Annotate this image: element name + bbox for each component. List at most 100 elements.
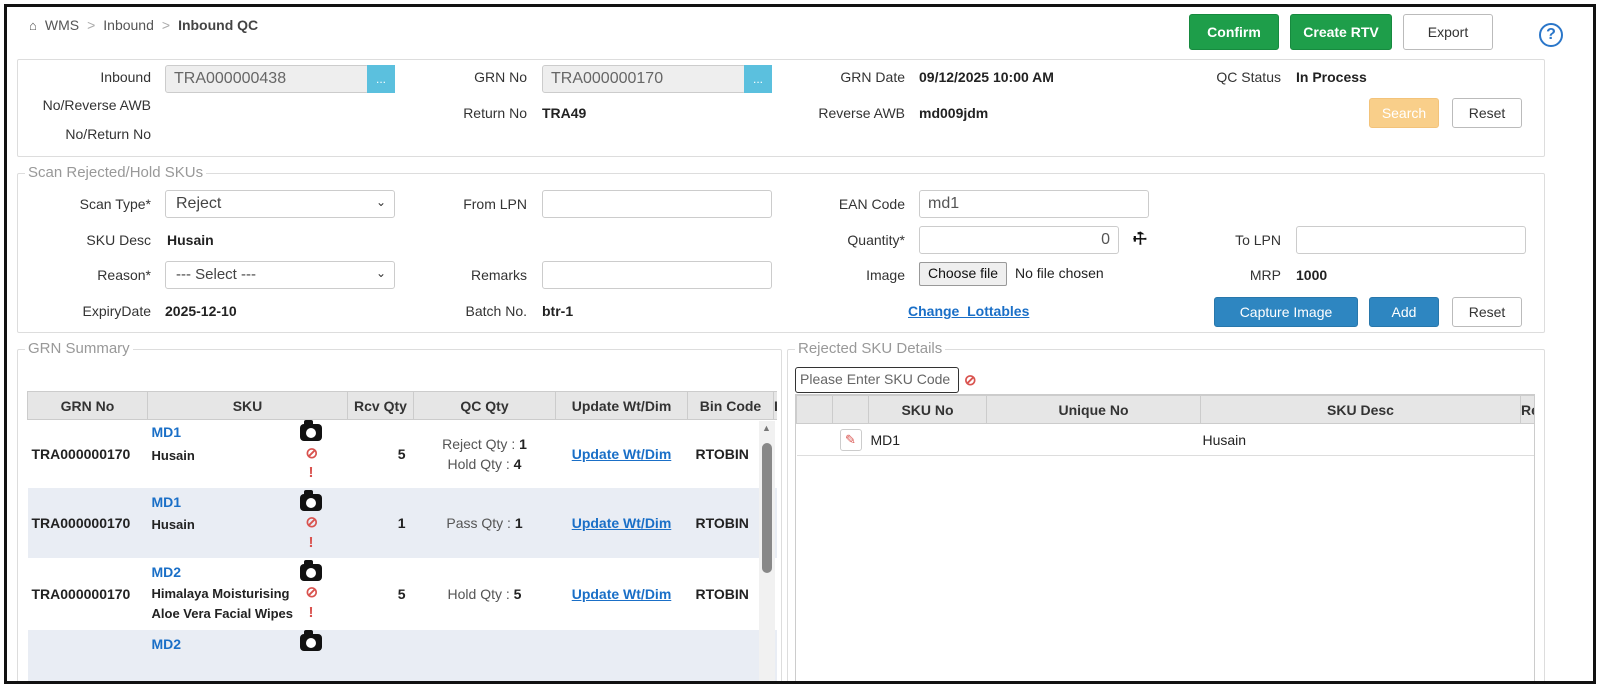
table-header-row: GRN No SKU Rcv Qty QC Qty Update Wt/Dim … [27, 391, 777, 420]
sku-code-link[interactable]: MD2 [152, 564, 182, 580]
reason-value: --- Select --- [176, 266, 256, 283]
clear-filter-icon[interactable]: ⊘ [964, 371, 977, 389]
reject-icon[interactable]: ⊘ [306, 444, 319, 462]
alert-icon[interactable]: ! [309, 604, 314, 621]
reject-icon[interactable]: ⊘ [306, 583, 319, 601]
grn-lookup-button[interactable]: ... [744, 65, 772, 93]
help-icon[interactable]: ? [1539, 23, 1563, 47]
create-rtv-button[interactable]: Create RTV [1290, 14, 1392, 50]
sku-code-search-input[interactable]: Please Enter SKU Code [795, 367, 959, 393]
to-lpn-input[interactable] [1296, 226, 1526, 254]
qty-value: 1 [514, 514, 523, 531]
alert-icon[interactable]: ! [309, 534, 314, 551]
reason-select[interactable]: --- Select --- ⌄ [165, 261, 395, 289]
reverse-awb-value: md009jdm [919, 105, 989, 121]
column-header[interactable]: Rcv Qty [347, 391, 414, 420]
confirm-button[interactable]: Confirm [1189, 14, 1279, 50]
sku-desc-value: Husain [167, 232, 214, 248]
table-row[interactable]: TRA000000170 MD1 Husain ⊘ ! 5 Reject Qty… [28, 420, 778, 488]
change-lottables-link[interactable]: Change_Lottables [908, 303, 1029, 319]
ean-code-input[interactable]: md1 [919, 190, 1149, 218]
update-wt-dim-link[interactable]: Update Wt/Dim [572, 515, 672, 531]
rcv-qty-cell: 5 [397, 585, 406, 602]
sku-no-cell: MD1 [870, 431, 901, 448]
header-reset-button[interactable]: Reset [1452, 98, 1522, 128]
column-header[interactable]: SKU No [868, 395, 987, 424]
search-button[interactable]: Search [1369, 98, 1439, 128]
choose-file-button[interactable]: Choose file [919, 262, 1008, 286]
column-header [832, 395, 869, 424]
scan-type-value: Reject [176, 195, 222, 212]
qc-qty-cell [414, 630, 556, 682]
sku-cell: MD2 Himalaya Moisturising Aloe Vera Faci… [148, 558, 348, 630]
scroll-up-icon[interactable]: ▲ [762, 423, 771, 433]
edit-cell: ✎ [833, 424, 869, 456]
table-row[interactable]: TRA000000170 MD2 Himalaya Moisturising A… [28, 558, 778, 630]
table-row[interactable]: MD2 [27, 629, 777, 682]
edit-pencil-icon[interactable]: ✎ [839, 428, 862, 451]
breadcrumb-inbound[interactable]: Inbound [103, 17, 154, 33]
breadcrumb-separator: > [161, 17, 171, 33]
scan-type-select[interactable]: Reject ⌄ [165, 190, 395, 218]
sku-code-link[interactable]: MD2 [152, 636, 182, 652]
breadcrumb-separator: > [87, 17, 96, 33]
quantity-input[interactable]: 0 [919, 226, 1119, 254]
capture-image-button[interactable]: Capture Image [1214, 297, 1358, 327]
inbound-field[interactable]: TRA000000438 [165, 65, 369, 93]
grn-summary-scrollbar[interactable]: ▲ [759, 421, 775, 681]
inbound-label-2: No/Reverse AWB [42, 97, 151, 113]
to-lpn-label: To LPN [1235, 232, 1281, 248]
grn-no-cell: TRA000000170 [31, 445, 131, 462]
breadcrumb: ⌂ WMS > Inbound > Inbound QC [29, 17, 258, 33]
table-header-row: SKU No Unique No SKU Desc Re [796, 395, 1534, 424]
reason-label: Reason* [97, 267, 151, 283]
table-row[interactable]: ✎ MD1 Husain [796, 424, 1534, 456]
column-header[interactable]: Re [1520, 395, 1534, 424]
camera-icon[interactable] [299, 559, 322, 584]
camera-icon[interactable] [299, 420, 322, 444]
qty-label: Pass Qty : [446, 514, 511, 531]
camera-icon[interactable] [299, 489, 322, 514]
sku-code-link[interactable]: MD1 [152, 424, 182, 440]
camera-icon[interactable] [299, 629, 322, 654]
grn-summary-table-wrap: GRN No SKU Rcv Qty QC Qty Update Wt/Dim … [27, 391, 778, 682]
update-wt-dim-link[interactable]: Update Wt/Dim [572, 446, 672, 462]
update-wt-dim-link[interactable]: Update Wt/Dim [572, 586, 672, 602]
column-header[interactable]: I [773, 391, 777, 420]
column-header[interactable]: GRN No [27, 391, 148, 420]
remarks-input[interactable] [542, 261, 772, 289]
grn-no-field[interactable]: TRA000000170 [542, 65, 746, 93]
qty-label: Hold Qty : [447, 455, 510, 472]
export-button[interactable]: Export [1403, 14, 1493, 50]
column-header[interactable]: Unique No [986, 395, 1201, 424]
column-header[interactable]: Bin Code [687, 391, 774, 420]
rcv-qty-cell [348, 630, 414, 682]
unique-no-cell [987, 424, 1201, 456]
qc-qty-cell: Pass Qty : 1 [414, 488, 556, 558]
inbound-lookup-button[interactable]: ... [367, 65, 395, 93]
table-row[interactable]: TRA000000170 MD1 Husain ⊘ ! 1 Pass Qty :… [27, 487, 777, 558]
chevron-down-icon: ⌄ [375, 195, 386, 209]
add-button[interactable]: Add [1369, 297, 1439, 327]
mrp-value: 1000 [1296, 267, 1328, 283]
sku-code-link[interactable]: MD1 [152, 494, 182, 510]
update-cell: Update Wt/Dim [556, 558, 688, 630]
column-header[interactable]: SKU [147, 391, 348, 420]
column-header[interactable]: SKU Desc [1200, 395, 1521, 424]
breadcrumb-current: Inbound QC [178, 17, 259, 33]
expiry-date-label: ExpiryDate [82, 303, 151, 319]
scan-reset-button[interactable]: Reset [1452, 297, 1522, 327]
inbound-label-3: No/Return No [65, 126, 151, 142]
from-lpn-input[interactable] [542, 190, 772, 218]
column-header[interactable]: QC Qty [413, 391, 556, 420]
update-cell: Update Wt/Dim [556, 488, 688, 558]
scan-type-label: Scan Type* [79, 196, 151, 212]
breadcrumb-wms[interactable]: WMS [45, 17, 79, 33]
home-icon[interactable]: ⌂ [29, 18, 37, 33]
reject-icon[interactable]: ⊘ [306, 513, 319, 531]
grn-date-label: GRN Date [840, 69, 905, 85]
alert-icon[interactable]: ! [309, 464, 314, 481]
quantity-label: Quantity* [847, 232, 905, 248]
scrollbar-thumb[interactable] [762, 443, 772, 573]
column-header[interactable]: Update Wt/Dim [555, 391, 688, 420]
